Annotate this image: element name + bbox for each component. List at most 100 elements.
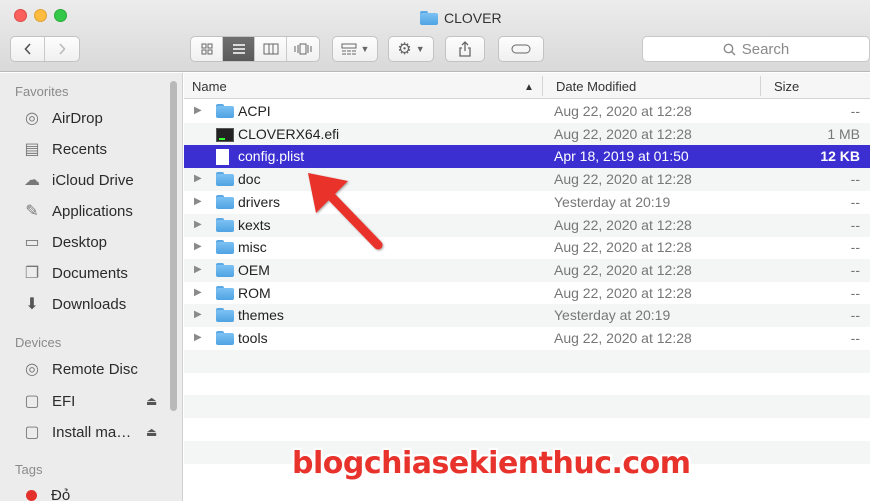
sidebar-item-label: Downloads (52, 295, 127, 313)
file-row[interactable]: ▶ ROM Aug 22, 2020 at 12:28 -- (184, 282, 870, 305)
file-date-modified: Aug 22, 2020 at 12:28 (554, 103, 692, 119)
share-icon (459, 41, 471, 57)
file-date-modified: Aug 22, 2020 at 12:28 (554, 261, 692, 278)
chevron-right-icon (59, 43, 66, 55)
share-button[interactable] (445, 36, 485, 62)
sidebar-item-icloud-drive[interactable]: ☁ iCloud Drive (22, 168, 134, 192)
sidebar-item-label: Remote Disc (52, 360, 138, 378)
folder-icon (420, 11, 438, 25)
file-date-modified: Apr 18, 2019 at 01:50 (554, 148, 689, 165)
sidebar-item-label: iCloud Drive (52, 171, 134, 189)
action-button[interactable]: ⚙ ▼ (388, 36, 434, 62)
back-button[interactable] (11, 37, 45, 61)
sidebar-item-desktop[interactable]: ▭ Desktop (22, 230, 107, 254)
file-size: -- (850, 216, 860, 233)
eject-icon[interactable]: ⏏ (146, 425, 157, 439)
sidebar-item-recents[interactable]: ▤ Recents (22, 137, 107, 161)
file-date-modified: Aug 22, 2020 at 12:28 (554, 125, 692, 142)
tags-header: Tags (15, 462, 43, 477)
sidebar-item-remote-disc[interactable]: ◎ Remote Disc (22, 357, 138, 381)
sidebar-item-label: Recents (52, 140, 108, 158)
file-row[interactable]: ▶ tools Aug 22, 2020 at 12:28 -- (184, 327, 870, 350)
sidebar-item-tag-red[interactable]: Đỏ (22, 483, 70, 501)
column-size[interactable]: Size (774, 79, 799, 94)
recents-icon: ▤ (24, 141, 40, 158)
disc-icon: ◎ (25, 361, 39, 378)
airdrop-icon: ◎ (25, 110, 39, 127)
list-view-button[interactable] (223, 37, 255, 61)
chevron-left-icon (23, 43, 31, 55)
tag-button[interactable] (498, 36, 544, 62)
file-size: -- (850, 284, 860, 301)
file-date-modified: Aug 22, 2020 at 12:28 (554, 284, 692, 301)
file-row[interactable]: ▶ drivers Yesterday at 20:19 -- (184, 191, 870, 214)
close-window-button[interactable] (14, 9, 27, 22)
empty-row (184, 372, 870, 395)
file-row[interactable]: ▶ themes Yesterday at 20:19 -- (184, 304, 870, 328)
icon-view-icon (201, 43, 212, 55)
file-row[interactable]: ▶ kexts Aug 22, 2020 at 12:28 -- (184, 213, 870, 237)
file-row[interactable]: ▶ doc Aug 22, 2020 at 12:28 -- (184, 168, 870, 192)
column-name[interactable]: Name (192, 79, 227, 94)
folder-icon (216, 285, 234, 303)
file-name: drivers (238, 193, 281, 210)
gear-icon: ⚙ (397, 41, 412, 58)
file-date-modified: Aug 22, 2020 at 12:28 (554, 216, 692, 233)
file-row[interactable]: CLOVERX64.efi Aug 22, 2020 at 12:28 1 MB (184, 122, 870, 146)
sidebar-item-airdrop[interactable]: ◎ AirDrop (22, 106, 103, 130)
folder-icon (216, 308, 234, 325)
folder-icon (216, 194, 234, 212)
cover-flow-view-button[interactable] (287, 37, 319, 61)
disclosure-triangle-icon[interactable]: ▶ (194, 264, 202, 275)
sidebar-item-documents[interactable]: ❐ Documents (22, 261, 128, 285)
tag-icon (511, 44, 531, 54)
file-size: -- (850, 330, 860, 346)
minimize-window-button[interactable] (34, 9, 47, 22)
sidebar-item-applications[interactable]: ✎ Applications (22, 199, 133, 223)
downloads-icon: ⬇ (25, 296, 39, 313)
file-row[interactable]: ▶ ACPI Aug 22, 2020 at 12:28 -- (184, 100, 870, 123)
file-date-modified: Aug 22, 2020 at 12:28 (554, 171, 692, 188)
disclosure-triangle-icon[interactable]: ▶ (194, 287, 202, 298)
icon-view-button[interactable] (191, 37, 223, 61)
window-title: CLOVER (420, 10, 502, 26)
search-field[interactable]: Search (642, 36, 870, 62)
column-view-button[interactable] (255, 37, 287, 61)
column-date-modified[interactable]: Date Modified (556, 79, 636, 94)
disclosure-triangle-icon[interactable]: ▶ (194, 241, 202, 252)
window-toolbar: CLOVER ▼ ⚙ ▼ Search (0, 0, 870, 72)
file-row[interactable]: ▶ misc Aug 22, 2020 at 12:28 -- (184, 236, 870, 259)
sidebar-item-efi[interactable]: ▢ EFI (22, 389, 75, 413)
file-size: 1 MB (827, 125, 860, 142)
file-size: -- (850, 307, 860, 324)
sidebar-scrollbar[interactable] (170, 81, 177, 411)
desktop-icon: ▭ (24, 234, 40, 251)
disclosure-triangle-icon[interactable]: ▶ (194, 309, 202, 320)
file-row[interactable]: ▶ OEM Aug 22, 2020 at 12:28 -- (184, 258, 870, 282)
cloud-icon: ☁ (24, 172, 40, 189)
file-name: themes (238, 307, 284, 324)
file-size: 12 KB (820, 148, 860, 165)
file-date-modified: Yesterday at 20:19 (554, 193, 671, 210)
disclosure-triangle-icon[interactable]: ▶ (194, 332, 202, 343)
chevron-down-icon: ▼ (415, 44, 425, 54)
forward-button[interactable] (45, 37, 79, 61)
executable-icon (216, 127, 234, 145)
sidebar-item-install[interactable]: ▢ Install ma… (22, 420, 131, 444)
sidebar: Favorites ◎ AirDrop ▤ Recents ☁ iCloud D… (0, 73, 183, 501)
empty-row (184, 418, 870, 441)
list-view-icon (232, 44, 245, 54)
eject-icon[interactable]: ⏏ (146, 394, 157, 408)
sidebar-item-downloads[interactable]: ⬇ Downloads (22, 292, 126, 316)
disclosure-triangle-icon[interactable]: ▶ (194, 173, 202, 184)
zoom-window-button[interactable] (54, 9, 67, 22)
file-row[interactable]: config.plist Apr 18, 2019 at 01:50 12 KB (184, 145, 870, 169)
group-by-button[interactable]: ▼ (332, 36, 378, 62)
disclosure-triangle-icon[interactable]: ▶ (194, 219, 202, 230)
devices-header: Devices (15, 335, 62, 350)
sidebar-item-label: Desktop (52, 233, 108, 251)
file-name: config.plist (238, 148, 305, 165)
disclosure-triangle-icon[interactable]: ▶ (194, 105, 202, 116)
back-forward-control (10, 36, 80, 62)
disclosure-triangle-icon[interactable]: ▶ (194, 196, 202, 207)
